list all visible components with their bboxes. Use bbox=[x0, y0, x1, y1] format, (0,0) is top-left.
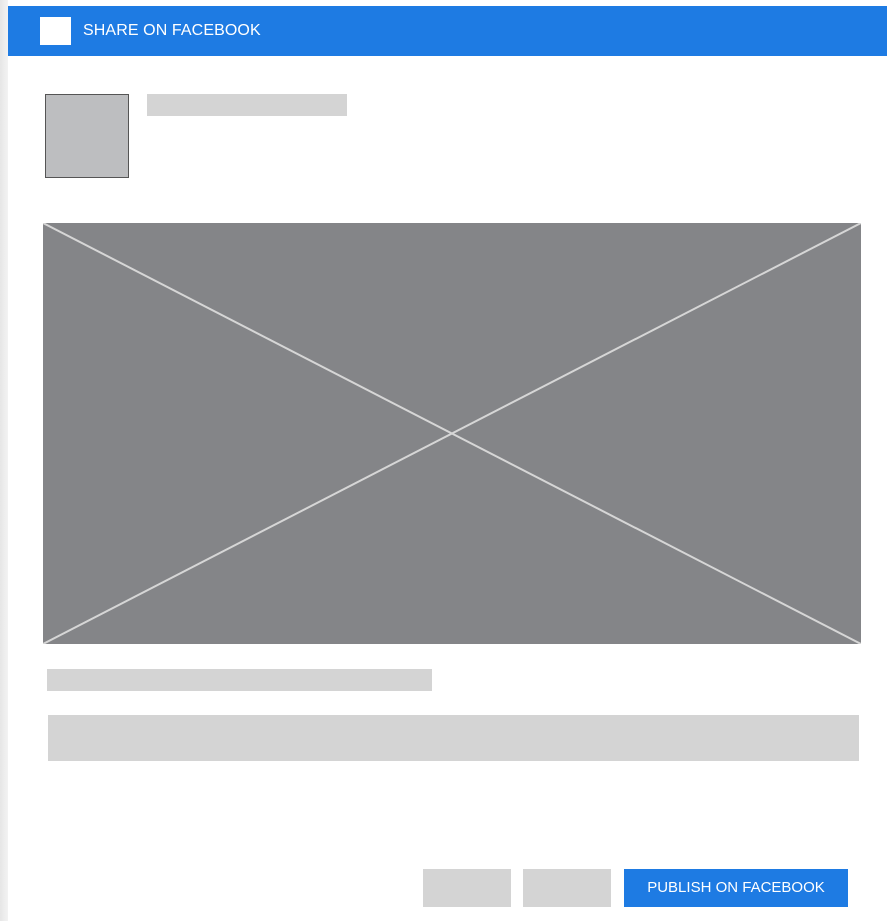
facebook-logo-icon bbox=[40, 17, 71, 45]
image-placeholder bbox=[43, 223, 861, 644]
publish-button[interactable]: PUBLISH ON FACEBOOK bbox=[624, 869, 848, 907]
message-input-placeholder[interactable] bbox=[48, 715, 859, 761]
secondary-button-2[interactable] bbox=[523, 869, 611, 907]
secondary-button-1[interactable] bbox=[423, 869, 511, 907]
image-placeholder-cross bbox=[43, 223, 861, 644]
dialog-title: SHARE ON FACEBOOK bbox=[83, 22, 261, 39]
window-edge-shadow bbox=[0, 0, 8, 921]
share-dialog: SHARE ON FACEBOOK PUBLISH ON FACEBOOK bbox=[8, 6, 887, 921]
user-name-placeholder bbox=[147, 94, 347, 116]
link-title-placeholder bbox=[47, 669, 432, 691]
dialog-header: SHARE ON FACEBOOK bbox=[8, 6, 887, 56]
avatar bbox=[45, 94, 129, 178]
